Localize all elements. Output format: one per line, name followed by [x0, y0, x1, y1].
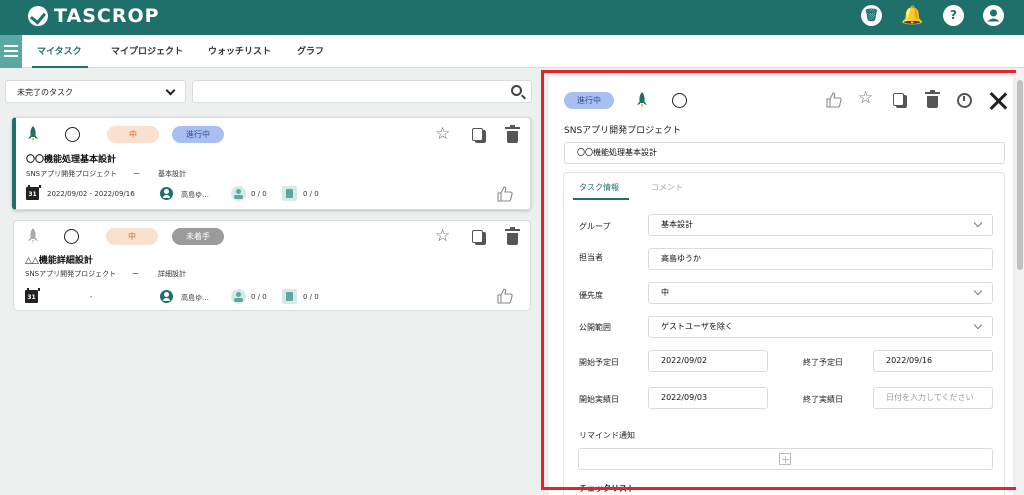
trash-icon[interactable]: 🗑	[861, 5, 882, 26]
complete-toggle-icon[interactable]	[64, 229, 79, 244]
tab-my-projects[interactable]: マイプロジェクト	[111, 44, 183, 57]
scrollbar-thumb[interactable]	[1017, 80, 1023, 270]
rocket-icon	[28, 228, 38, 244]
checklist-count: 0 / 0	[303, 190, 319, 198]
like-icon[interactable]	[497, 288, 513, 304]
checklist-count: 0 / 0	[303, 293, 319, 301]
app-logo[interactable]: TASCROP	[28, 5, 160, 27]
task-title[interactable]: 〇〇機能処理基本設計	[26, 152, 116, 165]
status-badge: 進行中	[172, 126, 224, 143]
task-search-box[interactable]	[192, 80, 532, 103]
copy-icon[interactable]	[472, 230, 486, 245]
subtask-count: 0 / 0	[251, 293, 267, 301]
task-card[interactable]: 中 未着手 ☆ △△機能詳細設計 SNSアプリ開発プロジェクト ー 詳細設計 3…	[13, 220, 531, 311]
chevron-down-icon	[165, 85, 176, 96]
task-date-range: -	[90, 293, 93, 301]
rocket-icon	[28, 126, 38, 142]
tab-graph[interactable]: グラフ	[297, 44, 324, 57]
assignee-avatar	[160, 290, 173, 303]
trash-icon[interactable]	[505, 125, 520, 143]
task-phase: 基本設計	[158, 170, 186, 178]
calendar-icon: 31	[25, 288, 40, 303]
logo-check-icon	[28, 6, 48, 26]
logo-text: TASCROP	[54, 5, 160, 27]
checklist-icon	[282, 289, 297, 304]
tab-my-tasks[interactable]: マイタスク	[37, 44, 82, 57]
complete-toggle-icon[interactable]	[65, 127, 80, 142]
help-icon[interactable]: ?	[943, 5, 964, 26]
task-project: SNSアプリ開発プロジェクト	[25, 270, 117, 278]
task-filter-select[interactable]: 未完了のタスク	[5, 80, 186, 103]
assignee-avatar	[160, 187, 173, 200]
task-phase: 詳細設計	[158, 270, 186, 278]
task-meta-separator: ー	[132, 270, 139, 278]
active-tab-indicator	[32, 66, 88, 68]
user-icon[interactable]	[983, 5, 1004, 26]
subtask-icon	[231, 186, 246, 201]
priority-badge: 中	[106, 228, 158, 245]
star-icon[interactable]: ☆	[435, 124, 450, 144]
bell-icon[interactable]: 🔔	[901, 5, 923, 26]
copy-icon[interactable]	[472, 128, 486, 143]
task-assignee: 高島ゆ…	[181, 294, 209, 302]
app-header: TASCROP 🗑 🔔 ?	[0, 0, 1024, 35]
star-icon[interactable]: ☆	[435, 226, 450, 246]
highlight-frame	[541, 70, 1019, 490]
task-date-range: 2022/09/02 - 2022/09/16	[47, 190, 135, 198]
task-meta-separator: ー	[133, 170, 140, 178]
status-badge: 未着手	[172, 228, 224, 245]
tab-watchlist[interactable]: ウォッチリスト	[208, 44, 271, 57]
calendar-icon: 31	[26, 185, 41, 200]
search-icon[interactable]	[511, 85, 522, 96]
subtask-count: 0 / 0	[251, 190, 267, 198]
task-filter-value: 未完了のタスク	[17, 88, 73, 97]
subtask-icon	[231, 289, 246, 304]
task-search-input[interactable]	[199, 84, 499, 100]
task-title[interactable]: △△機能詳細設計	[25, 253, 93, 266]
priority-badge: 中	[107, 126, 159, 143]
like-icon[interactable]	[497, 186, 513, 202]
main-nav: マイタスク マイプロジェクト ウォッチリスト グラフ	[0, 35, 1024, 68]
hamburger-menu-icon[interactable]	[0, 35, 22, 68]
trash-icon[interactable]	[505, 227, 520, 245]
checklist-icon	[282, 186, 297, 201]
task-project: SNSアプリ開発プロジェクト	[26, 170, 118, 178]
task-assignee: 高島ゆ…	[181, 191, 209, 199]
task-card[interactable]: 中 進行中 ☆ 〇〇機能処理基本設計 SNSアプリ開発プロジェクト ー 基本設計…	[12, 117, 531, 210]
